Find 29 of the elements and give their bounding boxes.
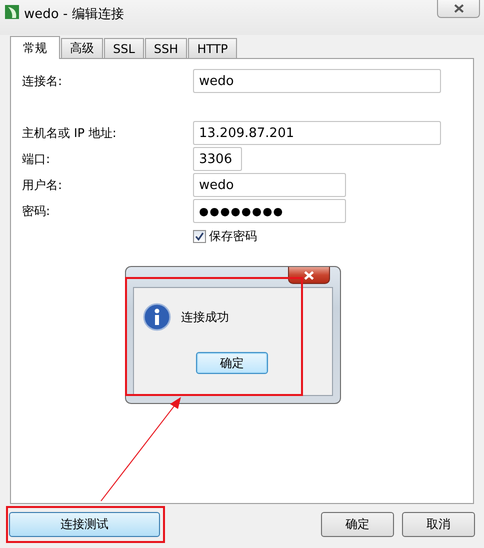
input-field[interactable]: 13.209.87.201 bbox=[193, 121, 441, 145]
close-button[interactable] bbox=[288, 267, 330, 284]
ok-button[interactable]: 确定 bbox=[196, 352, 268, 374]
test-connection-button[interactable]: 连接测试 bbox=[9, 512, 160, 537]
input-field[interactable]: 3306 bbox=[193, 147, 242, 171]
window-title: wedo - 编辑连接 bbox=[24, 6, 125, 23]
input-field[interactable]: wedo bbox=[193, 69, 441, 93]
field-label: 连接名: bbox=[22, 72, 64, 90]
message-text: 连接成功 bbox=[181, 308, 229, 326]
tab[interactable]: SSH bbox=[144, 38, 188, 58]
ok-button[interactable]: 确定 bbox=[321, 512, 394, 537]
info-icon bbox=[143, 303, 171, 331]
checkbox-label: 保存密码 bbox=[209, 228, 257, 245]
tab[interactable]: 常规 bbox=[10, 36, 60, 59]
app-logo-icon bbox=[5, 5, 19, 19]
cancel-button[interactable]: 取消 bbox=[402, 512, 475, 537]
field-label: 用户名: bbox=[22, 176, 64, 194]
tab[interactable]: 高级 bbox=[61, 38, 103, 58]
field-label: 端口: bbox=[22, 150, 52, 168]
field-label: 密码: bbox=[22, 202, 52, 220]
password-field[interactable]: ●●●●●●●● bbox=[193, 199, 346, 223]
input-field[interactable]: wedo bbox=[193, 173, 346, 197]
close-icon bbox=[304, 270, 314, 280]
tab[interactable]: SSL bbox=[104, 38, 144, 58]
checkbox[interactable] bbox=[193, 230, 206, 243]
close-icon bbox=[454, 4, 464, 13]
field-label: 主机名或 IP 地址: bbox=[22, 124, 118, 142]
close-button[interactable] bbox=[437, 0, 480, 18]
tab[interactable]: HTTP bbox=[188, 38, 237, 58]
